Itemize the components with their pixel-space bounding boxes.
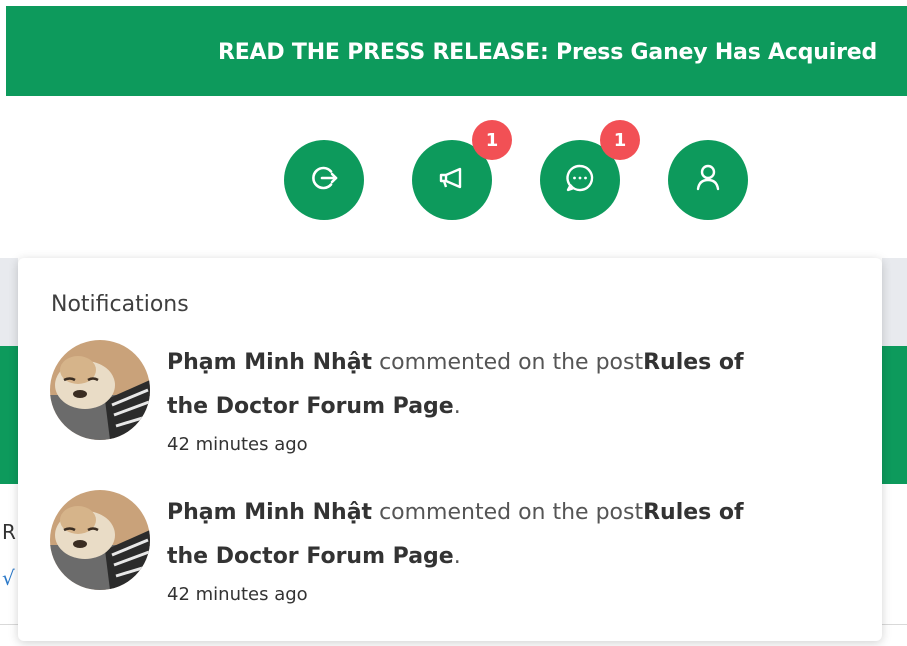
notification-text: Phạm Minh Nhật commented on the postRule… xyxy=(167,350,744,375)
notification-period: . xyxy=(453,394,461,419)
message-count-badge: 1 xyxy=(600,120,640,160)
user-icon xyxy=(690,160,726,200)
notification-item[interactable]: Phạm Minh Nhật commented on the postRule… xyxy=(50,340,850,460)
chat-bubble-icon xyxy=(562,160,598,200)
notification-text: Phạm Minh Nhật commented on the postRule… xyxy=(167,500,744,525)
announcements-button[interactable]: 1 xyxy=(412,120,512,220)
notification-user[interactable]: Phạm Minh Nhật xyxy=(167,500,372,525)
notification-time: 42 minutes ago xyxy=(167,584,308,605)
notification-action: commented on the post xyxy=(372,500,644,525)
notification-user[interactable]: Phạm Minh Nhật xyxy=(167,350,372,375)
notification-item[interactable]: Phạm Minh Nhật commented on the postRule… xyxy=(50,490,850,610)
background-panel xyxy=(0,346,18,484)
notification-post-link[interactable]: Rules of xyxy=(643,500,744,525)
notifications-popover: Notifications Phạm Minh Nhật commented o… xyxy=(18,258,882,641)
logout-arrow-icon xyxy=(306,160,342,200)
notification-period: . xyxy=(453,544,461,569)
notification-action: commented on the post xyxy=(372,350,644,375)
avatar[interactable] xyxy=(50,340,150,440)
notification-count-badge: 1 xyxy=(472,120,512,160)
logout-button[interactable] xyxy=(284,140,364,220)
notification-text: the Doctor Forum Page. xyxy=(167,394,461,419)
notification-post-link[interactable]: the Doctor Forum Page xyxy=(167,394,454,419)
background-panel xyxy=(882,346,907,484)
background-text: R xyxy=(2,520,16,544)
background-panel xyxy=(0,258,18,346)
press-release-banner[interactable]: READ THE PRESS RELEASE: Press Ganey Has … xyxy=(6,6,907,96)
notification-text: the Doctor Forum Page. xyxy=(167,544,461,569)
notification-post-link[interactable]: the Doctor Forum Page xyxy=(167,544,454,569)
avatar[interactable] xyxy=(50,490,150,590)
background-check: √ xyxy=(2,566,15,590)
notification-post-link[interactable]: Rules of xyxy=(643,350,744,375)
background-panel xyxy=(882,258,907,346)
banner-text[interactable]: READ THE PRESS RELEASE: Press Ganey Has … xyxy=(218,40,877,65)
notifications-title: Notifications xyxy=(51,292,189,317)
notification-time: 42 minutes ago xyxy=(167,434,308,455)
megaphone-icon xyxy=(434,160,470,200)
messages-button[interactable]: 1 xyxy=(540,120,640,220)
profile-button[interactable] xyxy=(668,140,748,220)
